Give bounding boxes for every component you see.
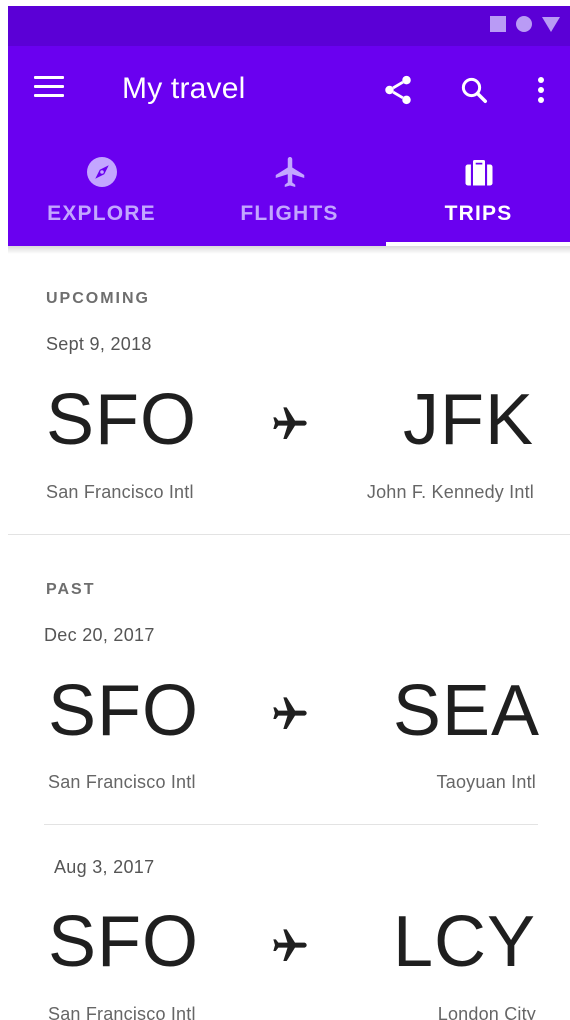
more-options-button[interactable] — [521, 70, 561, 110]
section-header-upcoming: UPCOMING — [46, 290, 150, 307]
compass-icon — [86, 157, 117, 187]
origin-code: SFO — [48, 902, 200, 982]
tab-trips[interactable]: TRIPS — [385, 146, 570, 246]
airplane-icon — [273, 929, 307, 961]
circle-icon — [516, 16, 532, 32]
status-bar — [8, 6, 570, 46]
destination-airport: Taoyuan Intl — [436, 772, 536, 792]
section-divider — [8, 534, 570, 535]
destination-code: JFK — [402, 380, 534, 460]
app-bar-shadow — [8, 246, 570, 254]
tab-explore[interactable]: EXPLORE — [8, 146, 195, 246]
trip-divider — [44, 824, 538, 825]
origin-code: SFO — [46, 380, 198, 460]
menu-button[interactable] — [34, 76, 66, 104]
app-bar: My travel — [8, 46, 570, 146]
suitcase-icon — [465, 160, 492, 186]
search-icon — [461, 77, 487, 103]
destination-airport: John F. Kennedy Intl — [366, 482, 534, 502]
destination-airport: London City — [437, 1004, 536, 1020]
origin-airport: San Francisco Intl — [46, 482, 194, 502]
trip-date: Dec 20, 2017 — [44, 625, 155, 645]
tab-label: EXPLORE — [47, 202, 156, 225]
airplane-icon — [275, 157, 304, 187]
destination-code: LCY — [392, 902, 536, 982]
trip-date: Sept 9, 2018 — [46, 334, 152, 354]
menu-icon-bar — [34, 85, 64, 88]
airplane-icon — [273, 697, 307, 729]
share-button[interactable] — [378, 70, 418, 110]
origin-code: SFO — [48, 671, 200, 751]
triangle-icon — [542, 16, 560, 32]
app-screen: My travel EXPLORE FLIGHTS TRIPS UPCOMING… — [8, 6, 570, 1020]
share-icon — [385, 75, 411, 105]
status-icons — [490, 16, 560, 32]
more-vert-icon — [538, 77, 544, 103]
square-icon — [490, 16, 506, 32]
menu-icon — [34, 76, 64, 79]
airplane-icon — [273, 407, 307, 439]
origin-airport: San Francisco Intl — [48, 1004, 196, 1020]
page-title: My travel — [122, 72, 246, 105]
destination-code: SEA — [392, 671, 540, 751]
search-button[interactable] — [454, 70, 494, 110]
trip-date: Aug 3, 2017 — [54, 857, 155, 877]
tab-bar: EXPLORE FLIGHTS TRIPS — [8, 146, 570, 246]
origin-airport: San Francisco Intl — [48, 772, 196, 792]
tab-label: FLIGHTS — [240, 202, 339, 225]
section-header-past: PAST — [46, 581, 96, 598]
tab-label: TRIPS — [444, 202, 513, 225]
tab-flights[interactable]: FLIGHTS — [196, 146, 383, 246]
menu-icon-bar — [34, 94, 64, 97]
